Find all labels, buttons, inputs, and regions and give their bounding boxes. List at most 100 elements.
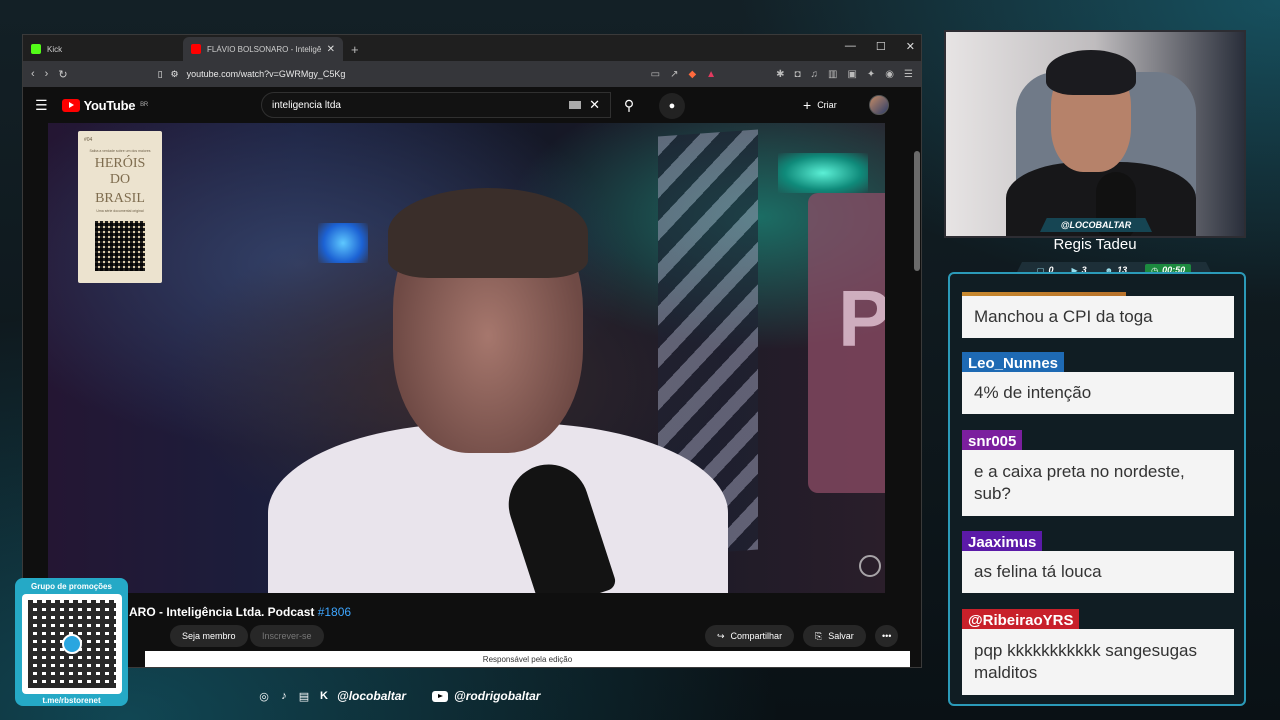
video-title: ARO - Inteligência Ltda. Podcast #1806 — [129, 605, 351, 619]
rewards-icon[interactable]: ▲ — [706, 69, 716, 80]
video-title-text: ARO - Inteligência Ltda. Podcast — [129, 605, 318, 619]
youtube-icon — [432, 690, 449, 702]
back-icon[interactable]: ‹ — [31, 68, 35, 80]
close-tab-icon[interactable]: ✕ — [327, 44, 335, 55]
chat-user-text: Jaaximus — [968, 533, 1037, 551]
youtube-logo[interactable]: YouTube BR — [61, 97, 148, 113]
streamer-hair — [1046, 50, 1136, 95]
sign-text: PA — [838, 274, 885, 363]
cam-handle-badge: @LOCOBALTAR — [1040, 218, 1152, 232]
menu-icon[interactable]: ☰ — [904, 69, 913, 80]
share-button[interactable]: ↪ Compartilhar — [705, 625, 795, 647]
twitch-icon: ▤ — [298, 690, 310, 703]
youtube-header: ☰ YouTube BR inteligencia ltda ✕ ⚲ ● + C… — [23, 87, 921, 123]
share-label: Compartilhar — [730, 631, 783, 641]
youtube-page: ☰ YouTube BR inteligencia ltda ✕ ⚲ ● + C… — [23, 87, 921, 667]
site-info-icon[interactable]: ⚙ — [171, 69, 179, 80]
edit-credit-banner: Responsável pela edição — [145, 651, 910, 667]
close-window-icon[interactable]: ✕ — [906, 40, 915, 53]
teal-lamp — [778, 153, 868, 193]
create-label: Criar — [817, 100, 837, 110]
telegram-icon — [61, 634, 82, 654]
poster-qr-code — [95, 221, 145, 271]
create-button[interactable]: + Criar — [803, 97, 837, 113]
voice-search-button[interactable]: ● — [659, 93, 685, 119]
wallet-icon[interactable]: ▣ — [847, 69, 856, 80]
channel-watermark-icon[interactable] — [859, 555, 881, 577]
chat-panel: Manchou a CPI da toga Leo_Nunnes 4% de i… — [948, 272, 1246, 706]
browser-window: Kick FLÁVIO BOLSONARO - Inteligência Ltd… — [22, 34, 922, 668]
tab-title: FLÁVIO BOLSONARO - Inteligência Ltda. — [207, 44, 321, 54]
chat-message: e a caixa preta no nordeste, sub? — [962, 450, 1234, 516]
video-player[interactable]: PA #04 Saiba a verdade sobre um dos maio… — [48, 123, 885, 593]
vpn-icon[interactable]: ◉ — [885, 69, 894, 80]
search-icon: ⚲ — [623, 96, 635, 113]
promo-qr-code — [21, 594, 122, 694]
new-tab-icon[interactable]: + — [351, 42, 359, 57]
social-handles: ◎ ♪ ▤ K @locobaltar @rodrigobaltar — [257, 689, 540, 703]
tab-bar: Kick FLÁVIO BOLSONARO - Inteligência Ltd… — [23, 35, 921, 61]
screenshot-icon[interactable]: ◘ — [794, 69, 800, 80]
blue-lamp — [318, 223, 368, 263]
join-button[interactable]: Seja membro — [170, 625, 248, 647]
chat-message-text: e a caixa preta no nordeste, sub? — [974, 462, 1185, 503]
tab-kick[interactable]: Kick — [23, 37, 183, 61]
poster-subtitle: Uma série documental original — [96, 209, 144, 213]
subscribe-button[interactable]: Inscrever-se — [250, 625, 324, 647]
kick-icon: K — [320, 690, 328, 702]
subscribe-label: Inscrever-se — [262, 631, 312, 641]
chat-message: pqp kkkkkkkkkkk sangesugas malditos — [962, 629, 1234, 695]
youtube-favicon-icon — [191, 44, 201, 54]
cast-icon[interactable]: ▭ — [651, 69, 660, 80]
extensions-icon[interactable]: ✱ — [776, 69, 784, 80]
bookmark-icon[interactable]: ▯ — [158, 69, 163, 80]
video-actions: Seja membro Inscrever-se ↪ Compartilhar ⎘… — [23, 625, 921, 649]
reload-icon[interactable]: ↻ — [58, 68, 67, 81]
chat-user-text: @RibeiraoYRS — [968, 611, 1074, 629]
search-value: inteligencia ltda — [272, 99, 341, 111]
address-bar: ‹ › ↻ ▯ ⚙ youtube.com/watch?v=GWRMgy_C5K… — [23, 61, 921, 87]
maximize-icon[interactable]: ☐ — [876, 40, 886, 53]
video-hashtag[interactable]: #1806 — [318, 605, 351, 619]
series-poster: #04 Saiba a verdade sobre um dos maiores… — [78, 131, 162, 283]
chat-username: Jaaximus — [962, 531, 1043, 553]
logo-text: YouTube — [83, 97, 136, 113]
search-input[interactable]: inteligencia ltda ✕ — [261, 92, 611, 118]
chat-user-text: Leo_Nunnes — [968, 354, 1059, 372]
search-button[interactable]: ⚲ — [611, 92, 647, 118]
chat-message: as felina tá louca — [962, 551, 1234, 593]
chat-username: @RibeiraoYRS — [962, 609, 1080, 631]
poster-tagline: Saiba a verdade sobre um dos maiores — [89, 149, 151, 153]
tiktok-icon: ♪ — [281, 690, 287, 702]
share-arrow-icon: ↪ — [717, 630, 725, 641]
share-icon[interactable]: ↗ — [670, 69, 678, 80]
kick-icon — [31, 44, 41, 54]
minimize-icon[interactable]: — — [845, 40, 856, 53]
save-icon: ⎘ — [815, 630, 823, 641]
sidebar-icon[interactable]: ▥ — [828, 69, 837, 80]
forward-icon[interactable]: › — [45, 68, 49, 80]
mic-icon: ● — [668, 100, 676, 112]
chat-user-text: snr005 — [968, 432, 1017, 450]
promo-title: Grupo de promoções — [31, 582, 112, 591]
music-icon[interactable]: ♫ — [811, 69, 819, 80]
region-label: BR — [140, 102, 148, 108]
save-button[interactable]: ⎘ Salvar — [803, 625, 866, 647]
chat-message-text: Manchou a CPI da toga — [974, 307, 1153, 326]
keyboard-icon[interactable] — [569, 101, 582, 109]
more-actions-button[interactable]: ••• — [875, 625, 899, 647]
plus-icon: + — [803, 97, 812, 113]
chat-message: 4% de intenção — [962, 372, 1234, 414]
clear-search-icon[interactable]: ✕ — [589, 97, 600, 113]
hamburger-menu-icon[interactable]: ☰ — [35, 97, 48, 114]
banner-text: Responsável pela edição — [482, 654, 573, 664]
streamer-name: Regis Tadeu — [1053, 236, 1137, 253]
ai-icon[interactable]: ✦ — [867, 69, 875, 80]
brave-shield-icon[interactable]: ◆ — [688, 69, 696, 80]
window-controls: — ☐ ✕ — [845, 40, 915, 53]
avatar[interactable] — [869, 95, 889, 115]
scrollbar[interactable] — [914, 151, 920, 271]
tab-youtube[interactable]: FLÁVIO BOLSONARO - Inteligência Ltda. ✕ — [183, 37, 343, 61]
chat-message: Manchou a CPI da toga — [962, 296, 1234, 338]
url-field[interactable]: ▯ ⚙ youtube.com/watch?v=GWRMgy_C5Kg — [158, 69, 641, 80]
